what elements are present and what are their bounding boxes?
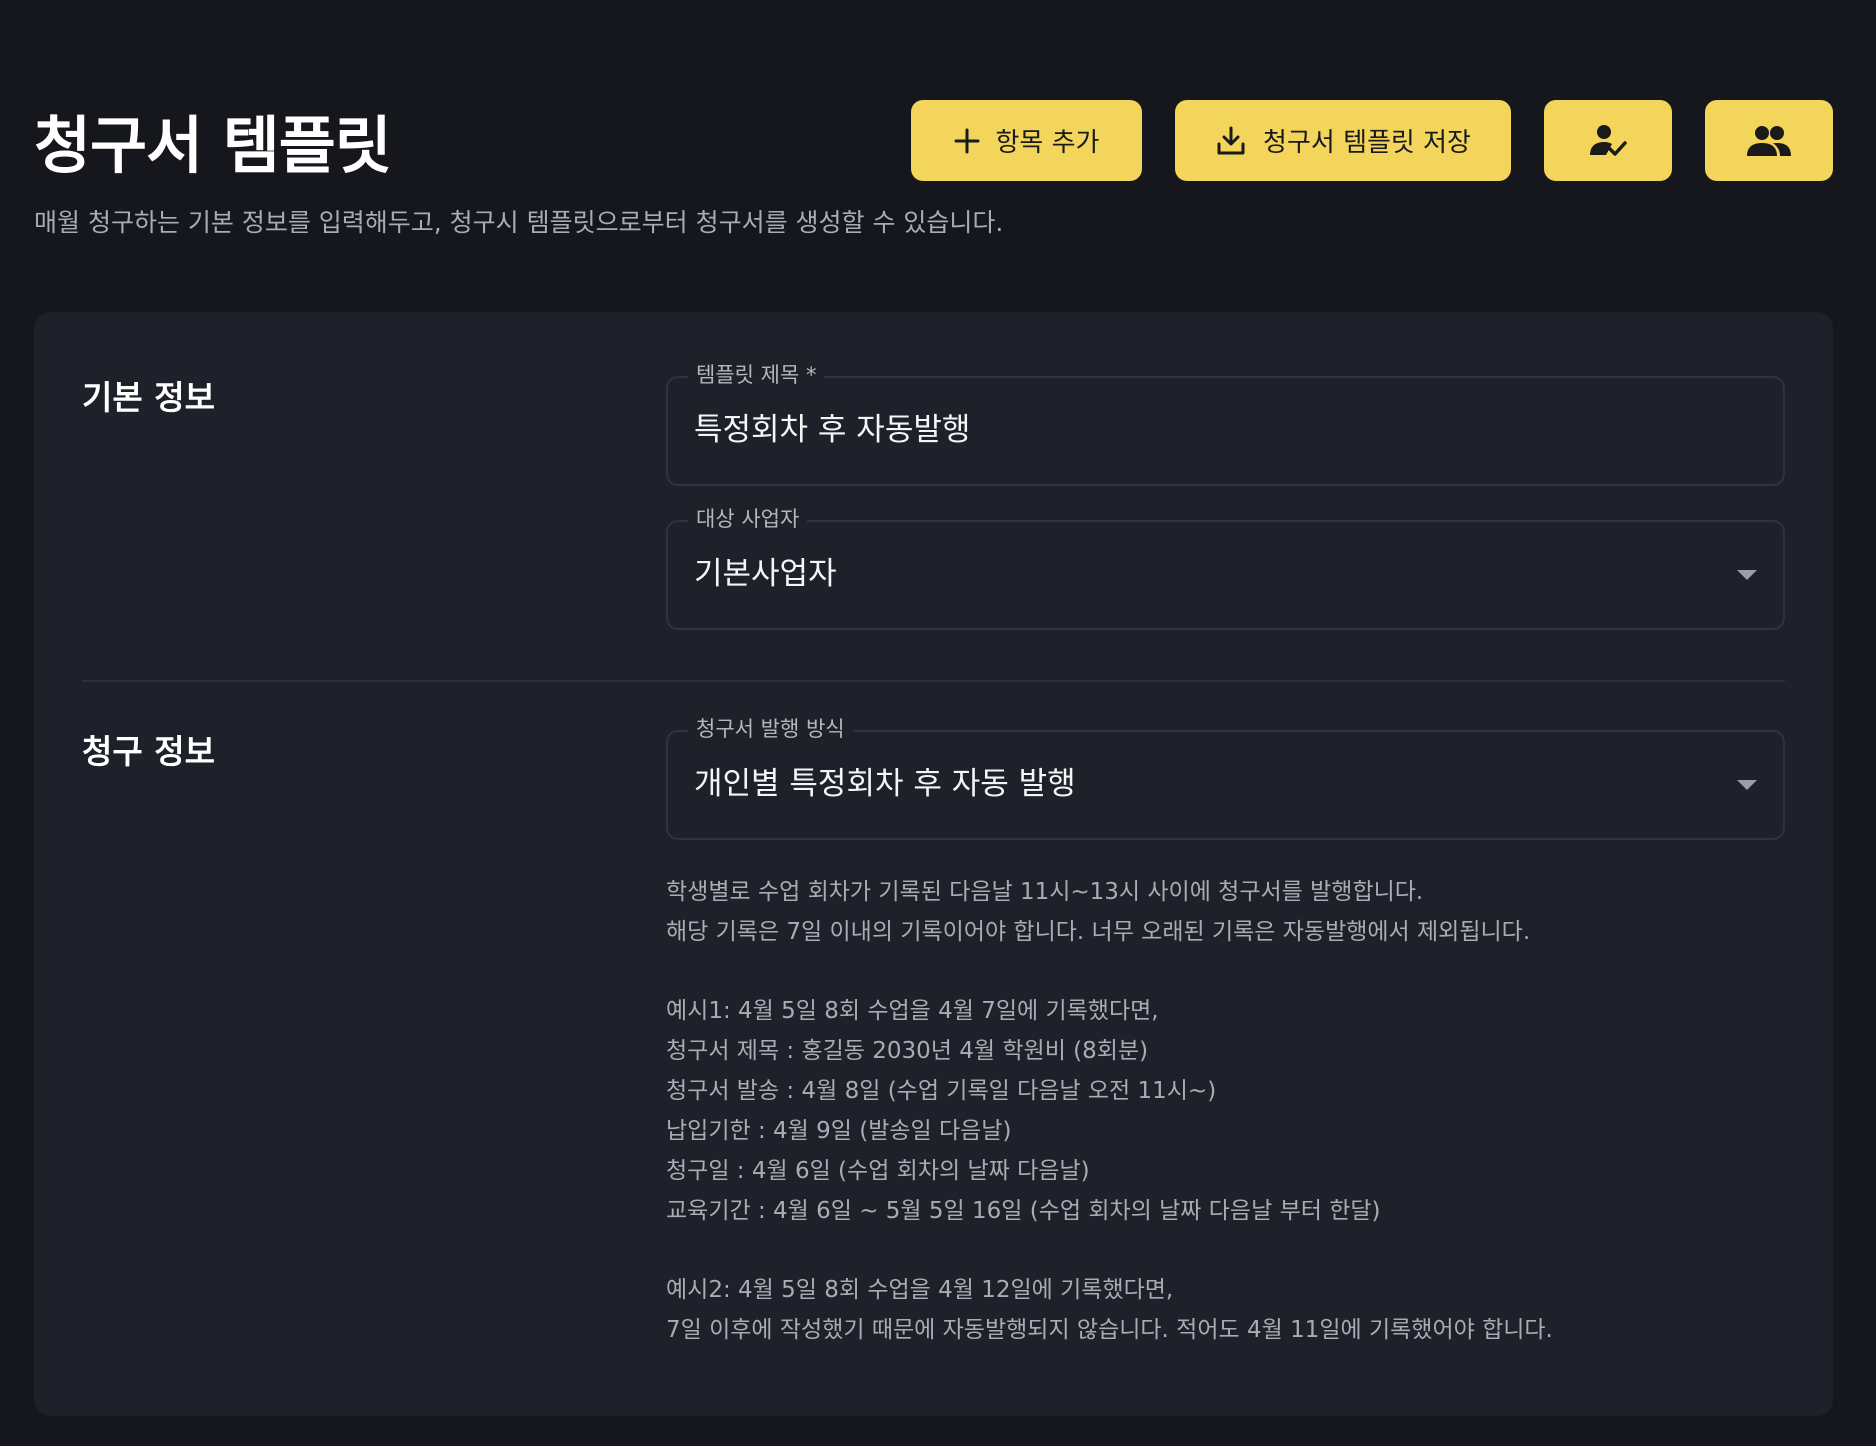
help-example1-line: 납입기한 : 4월 9일 (발송일 다음날)	[666, 1118, 1012, 1144]
page: 청구서 템플릿 매월 청구하는 기본 정보를 입력해두고, 청구시 템플릿으로부…	[0, 0, 1876, 1446]
basic-info-heading: 기본 정보	[82, 378, 215, 417]
template-form-card: 기본 정보 템플릿 제목 * 특정회차 후 자동발행 대상 사업자 기본사업자 …	[34, 312, 1833, 1416]
issue-method-label: 청구서 발행 방식	[688, 714, 853, 744]
page-title: 청구서 템플릿	[34, 109, 392, 182]
help-intro-line: 해당 기록은 7일 이내의 기록이어야 합니다. 너무 오래된 기록은 자동발행…	[666, 919, 1531, 945]
toolbar: 항목 추가 청구서 템플릿 저장	[911, 100, 1833, 181]
help-example1-line: 청구서 발송 : 4월 8일 (수업 기록일 다음날 오전 11시~)	[666, 1078, 1217, 1104]
help-example1-line: 교육기간 : 4월 6일 ~ 5월 5일 16일 (수업 회차의 날짜 다음날 …	[666, 1198, 1381, 1224]
users-button[interactable]	[1705, 100, 1833, 181]
add-item-button[interactable]: 항목 추가	[911, 100, 1142, 181]
help-example1-line: 청구서 제목 : 홍길동 2030년 4월 학원비 (8회분)	[666, 1038, 1149, 1064]
template-title-field[interactable]: 템플릿 제목 * 특정회차 후 자동발행	[666, 360, 1785, 486]
assign-user-button[interactable]	[1544, 100, 1672, 181]
business-value: 기본사업자	[694, 556, 837, 592]
business-select[interactable]: 대상 사업자 기본사업자	[666, 504, 1785, 630]
template-title-label: 템플릿 제목 *	[688, 360, 825, 390]
page-header: 청구서 템플릿 매월 청구하는 기본 정보를 입력해두고, 청구시 템플릿으로부…	[34, 100, 1833, 260]
help-example1-line: 예시1: 4월 5일 8회 수업을 4월 7일에 기록했다면,	[666, 998, 1159, 1024]
business-label: 대상 사업자	[688, 504, 808, 534]
chevron-down-icon	[1737, 780, 1757, 790]
issue-method-help: 학생별로 수업 회차가 기록된 다음날 11시~13시 사이에 청구서를 발행합…	[666, 872, 1806, 1350]
plus-icon	[954, 128, 980, 154]
page-subtitle: 매월 청구하는 기본 정보를 입력해두고, 청구시 템플릿으로부터 청구서를 생…	[34, 208, 1004, 237]
help-example2-line: 7일 이후에 작성했기 때문에 자동발행되지 않습니다. 적어도 4월 11일에…	[666, 1317, 1553, 1343]
save-template-label: 청구서 템플릿 저장	[1263, 128, 1471, 158]
template-title-value: 특정회차 후 자동발행	[694, 412, 971, 448]
issue-method-select[interactable]: 청구서 발행 방식 개인별 특정회차 후 자동 발행	[666, 714, 1785, 840]
help-intro-line: 학생별로 수업 회차가 기록된 다음날 11시~13시 사이에 청구서를 발행합…	[666, 879, 1424, 905]
issue-method-value: 개인별 특정회차 후 자동 발행	[694, 766, 1076, 802]
group-icon	[1746, 123, 1792, 159]
help-example2-line: 예시2: 4월 5일 8회 수업을 4월 12일에 기록했다면,	[666, 1277, 1174, 1303]
billing-info-heading: 청구 정보	[82, 732, 215, 771]
section-divider	[82, 680, 1785, 682]
chevron-down-icon	[1737, 570, 1757, 580]
person-check-icon	[1588, 121, 1628, 161]
save-template-button[interactable]: 청구서 템플릿 저장	[1175, 100, 1511, 181]
help-example1-line: 청구일 : 4월 6일 (수업 회차의 날짜 다음날)	[666, 1158, 1090, 1184]
add-item-label: 항목 추가	[995, 128, 1100, 158]
download-icon	[1215, 125, 1247, 157]
